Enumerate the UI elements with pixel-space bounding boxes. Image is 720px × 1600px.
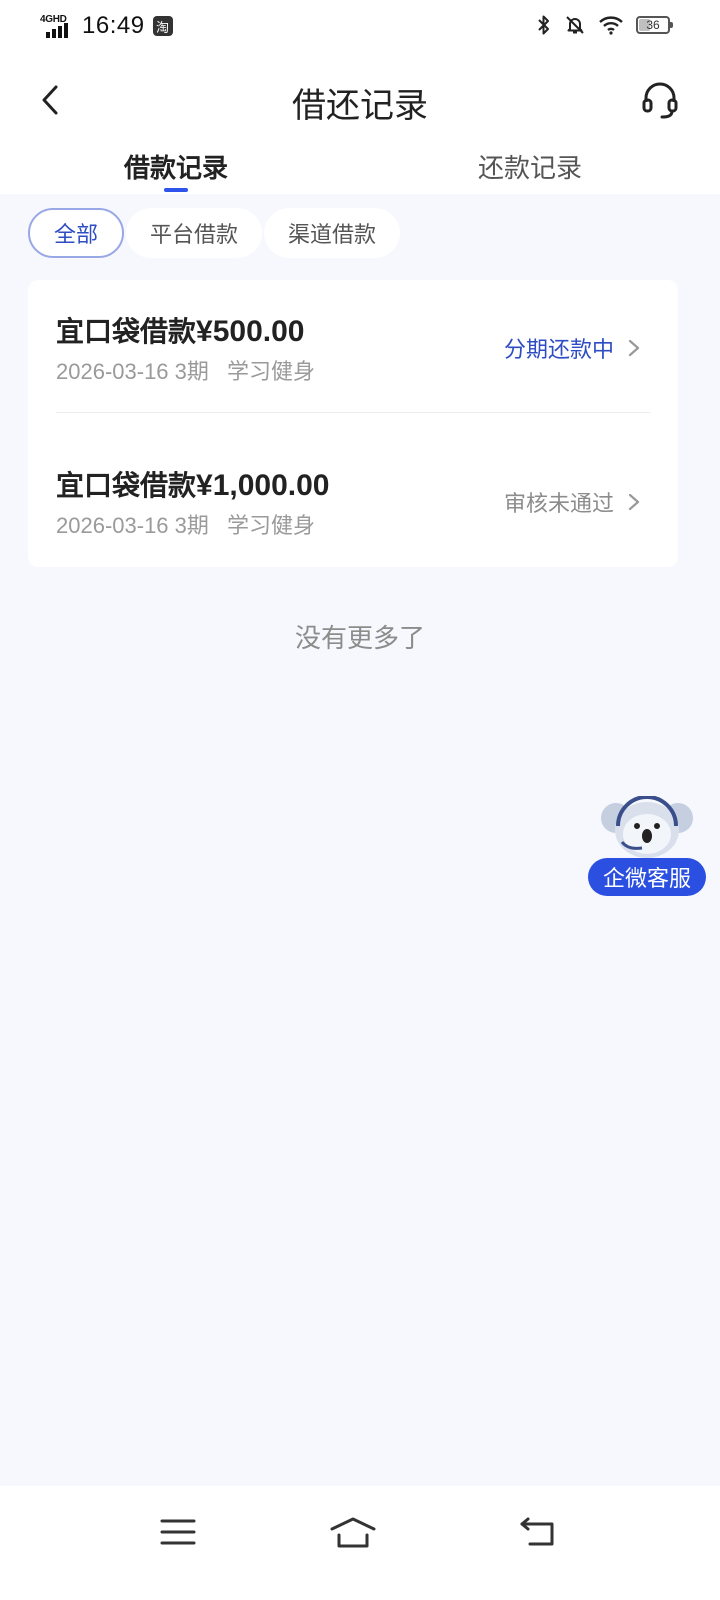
loan-status-text: 分期还款中 — [503, 337, 614, 362]
loan-amount: ¥1,000.00 — [196, 469, 330, 502]
list-end-text: 没有更多了 — [294, 623, 425, 653]
loan-title: 宜口袋借款¥500.00 — [56, 310, 304, 350]
tab-repay-records[interactable]: 还款记录 — [478, 148, 582, 185]
back-arrow-icon — [520, 1517, 554, 1546]
status-right: 36 — [536, 14, 673, 36]
loan-amount: ¥500.00 — [196, 315, 305, 348]
nav-back-button[interactable] — [508, 1508, 568, 1556]
status-bar: 4GHD 16:49 淘 36 — [0, 0, 720, 56]
nav-home-button[interactable] — [323, 1508, 383, 1556]
loan-purpose: 学习健身 — [227, 359, 316, 384]
mute-bell-icon — [566, 16, 584, 34]
filter-platform-loans[interactable]: 平台借款 — [126, 208, 263, 258]
loan-product: 宜口袋借款 — [56, 470, 197, 501]
loan-term: 3期 — [174, 513, 209, 538]
loan-title: 宜口袋借款¥1,000.00 — [56, 464, 329, 504]
loan-status: 审核未通过 — [504, 486, 640, 518]
active-tab-indicator — [164, 188, 188, 192]
loan-list-card: 宜口袋借款¥500.00 2026-03-16 3期 学习健身 分期还款中 宜口… — [28, 280, 678, 567]
tab-borrow-records[interactable]: 借款记录 — [124, 148, 228, 185]
loan-date: 2026-03-16 — [56, 359, 169, 384]
loan-item[interactable]: 宜口袋借款¥1,000.00 2026-03-16 3期 学习健身 审核未通过 — [56, 434, 650, 566]
home-icon — [330, 1517, 376, 1548]
loan-product: 宜口袋借款 — [56, 316, 197, 347]
loan-meta: 2026-03-16 3期 学习健身 — [56, 508, 315, 540]
koala-mascot-icon — [601, 796, 693, 858]
loan-date: 2026-03-16 — [56, 513, 169, 538]
wifi-icon — [599, 16, 623, 35]
loan-status: 分期还款中 — [504, 332, 640, 364]
menu-icon — [160, 1519, 196, 1545]
system-nav-bar — [0, 1486, 720, 1600]
wecom-service-label: 企微客服 — [588, 858, 706, 896]
app-header: 借还记录 — [0, 56, 720, 144]
chevron-right-icon — [628, 339, 640, 357]
record-tabs: 借款记录 还款记录 — [0, 144, 720, 194]
page-title: 借还记录 — [292, 87, 428, 125]
loan-purpose: 学习健身 — [227, 513, 316, 538]
status-left: 4GHD 16:49 淘 — [40, 12, 173, 40]
clock: 16:49 — [82, 12, 145, 39]
signal-icon: 4GHD — [40, 12, 74, 40]
loan-item[interactable]: 宜口袋借款¥500.00 2026-03-16 3期 学习健身 分期还款中 — [56, 280, 650, 413]
filter-all[interactable]: 全部 — [28, 208, 125, 258]
nav-menu-button[interactable] — [148, 1508, 208, 1556]
headset-icon — [642, 82, 678, 119]
filter-channel-loans[interactable]: 渠道借款 — [264, 208, 401, 258]
battery-icon: 36 — [636, 16, 673, 34]
filter-chips: 全部 平台借款 渠道借款 — [28, 208, 401, 258]
chevron-right-icon — [628, 493, 640, 511]
battery-level: 36 — [646, 18, 660, 32]
taobao-notification-icon: 淘 — [152, 16, 173, 36]
bluetooth-icon — [538, 15, 549, 35]
customer-service-button[interactable] — [636, 76, 684, 124]
loan-term: 3期 — [174, 359, 209, 384]
loan-meta: 2026-03-16 3期 学习健身 — [56, 354, 315, 386]
wecom-service-float[interactable]: 企微客服 — [588, 796, 706, 900]
loan-status-text: 审核未通过 — [503, 491, 614, 516]
